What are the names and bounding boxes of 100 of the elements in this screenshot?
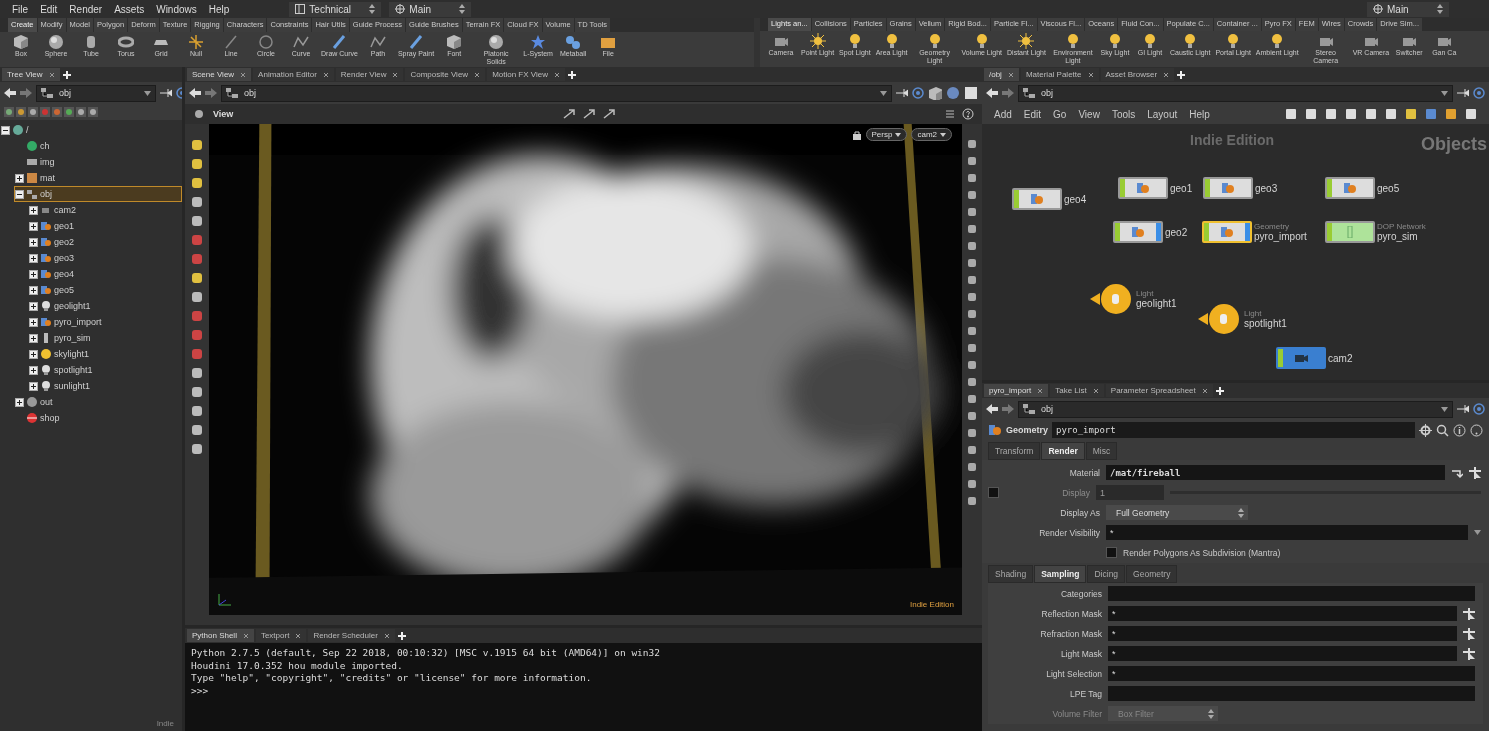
menu-item[interactable]: Windows — [154, 3, 199, 15]
expand-icon[interactable] — [29, 365, 38, 375]
checkbox[interactable] — [1106, 547, 1117, 558]
cube-icon[interactable] — [928, 86, 942, 100]
menu-item[interactable]: Render — [67, 3, 105, 15]
tool-icon[interactable] — [966, 325, 978, 337]
tab[interactable]: Take List — [1050, 384, 1104, 397]
input-field[interactable]: * — [1106, 525, 1468, 540]
tool-icon[interactable] — [190, 271, 204, 285]
tab[interactable]: Composite View — [405, 68, 486, 81]
caret-icon[interactable] — [1441, 406, 1448, 412]
toolbar-icon[interactable] — [1405, 108, 1417, 120]
help-icon[interactable] — [1470, 423, 1483, 437]
input-field[interactable]: * — [1108, 626, 1457, 641]
path-field[interactable]: obj — [1018, 400, 1453, 418]
tab[interactable]: Motion FX View — [487, 68, 565, 81]
filter-icon[interactable] — [76, 107, 86, 117]
filter-icon[interactable] — [16, 107, 26, 117]
tool-icon[interactable] — [190, 138, 204, 152]
tool-icon[interactable] — [190, 214, 204, 228]
tool-icon[interactable] — [966, 478, 978, 490]
toolbar-icon[interactable] — [1285, 108, 1297, 120]
camera-menu-button[interactable]: cam2 — [911, 128, 952, 141]
forward-arrow-icon[interactable] — [1002, 404, 1014, 414]
target-icon[interactable] — [912, 87, 924, 99]
filter-icon[interactable] — [28, 107, 38, 117]
square-icon[interactable] — [964, 86, 978, 100]
menu-item[interactable]: Help — [1189, 108, 1210, 120]
menu-item[interactable]: Layout — [1147, 108, 1178, 120]
menu-item[interactable]: File — [10, 3, 31, 15]
expand-icon[interactable] — [29, 221, 38, 231]
tool-icon[interactable] — [966, 376, 978, 388]
input-field[interactable] — [1108, 686, 1475, 701]
close-icon[interactable] — [383, 632, 390, 639]
target-icon[interactable] — [1473, 87, 1485, 99]
tab[interactable]: Geometry — [1126, 565, 1178, 583]
tab[interactable]: Shading — [988, 565, 1034, 583]
pin-icon[interactable] — [1457, 404, 1469, 414]
tool-icon[interactable] — [966, 359, 978, 371]
expand-icon[interactable] — [29, 269, 38, 279]
tab[interactable]: Render — [1041, 442, 1085, 460]
tab[interactable]: Material Palette — [1020, 68, 1099, 81]
tool-icon[interactable] — [966, 427, 978, 439]
tool-icon[interactable] — [966, 393, 978, 405]
tool-icon[interactable] — [966, 495, 978, 507]
lightbulb-node[interactable] — [1198, 304, 1242, 334]
tab[interactable]: Asset Browser — [1100, 68, 1175, 81]
expand-icon[interactable] — [29, 381, 38, 391]
lock-icon[interactable] — [851, 129, 862, 140]
caret-icon[interactable] — [1474, 530, 1481, 535]
dropdown[interactable]: Full Geometry — [1106, 505, 1248, 520]
menu-item[interactable]: View — [1078, 108, 1100, 120]
tab[interactable]: Render Scheduler — [308, 629, 395, 642]
tab[interactable]: Misc — [1085, 442, 1118, 460]
pin-icon[interactable] — [896, 88, 908, 98]
back-arrow-icon[interactable] — [189, 88, 201, 98]
expand-icon[interactable] — [29, 205, 38, 215]
tab[interactable]: Scene View — [187, 68, 252, 81]
tree-item[interactable]: / — [0, 122, 182, 138]
tool-icon[interactable] — [966, 206, 978, 218]
help-icon[interactable] — [962, 108, 974, 120]
tool-icon[interactable] — [190, 290, 204, 304]
close-icon[interactable] — [240, 71, 247, 78]
tree-item[interactable]: geo3 — [28, 250, 182, 266]
filter-icon[interactable] — [88, 107, 98, 117]
tree-item[interactable]: obj — [14, 186, 182, 202]
tab[interactable]: Transform — [988, 442, 1041, 460]
expand-icon[interactable] — [15, 397, 24, 407]
input-field[interactable]: /mat/fireball — [1106, 465, 1445, 480]
caret-icon[interactable] — [880, 90, 887, 96]
tool-icon[interactable] — [966, 240, 978, 252]
plus-icon[interactable] — [396, 630, 407, 641]
tool-icon[interactable] — [190, 442, 204, 456]
tool-icon[interactable] — [190, 423, 204, 437]
tab[interactable]: Render View — [335, 68, 404, 81]
search-icon[interactable] — [1436, 423, 1449, 437]
tree-item[interactable]: out — [14, 394, 182, 410]
forward-arrow-icon[interactable] — [205, 88, 217, 98]
close-icon[interactable] — [1007, 71, 1014, 78]
tool-icon[interactable] — [966, 274, 978, 286]
caret-icon[interactable] — [144, 90, 151, 96]
tool-icon[interactable] — [966, 308, 978, 320]
toolbar-icon[interactable] — [1465, 108, 1477, 120]
tool-icon[interactable] — [190, 157, 204, 171]
caret-icon[interactable] — [1441, 90, 1448, 96]
pin-icon[interactable] — [160, 88, 172, 98]
close-icon[interactable] — [1201, 387, 1208, 394]
tree-item[interactable]: ch — [14, 138, 182, 154]
view-menu[interactable]: View — [213, 109, 234, 119]
filter-icon[interactable] — [4, 107, 14, 117]
geometry-node[interactable] — [1012, 188, 1062, 210]
node-name-field[interactable]: pyro_import — [1052, 422, 1415, 438]
tool-icon[interactable] — [966, 291, 978, 303]
tool-icon[interactable] — [966, 223, 978, 235]
filter-icon[interactable] — [64, 107, 74, 117]
expand-icon[interactable] — [29, 253, 38, 263]
context-dropdown[interactable]: Main — [1367, 1, 1449, 17]
plus-icon[interactable] — [1214, 385, 1225, 396]
expand-icon[interactable] — [15, 173, 24, 183]
expand-icon[interactable] — [29, 301, 38, 311]
